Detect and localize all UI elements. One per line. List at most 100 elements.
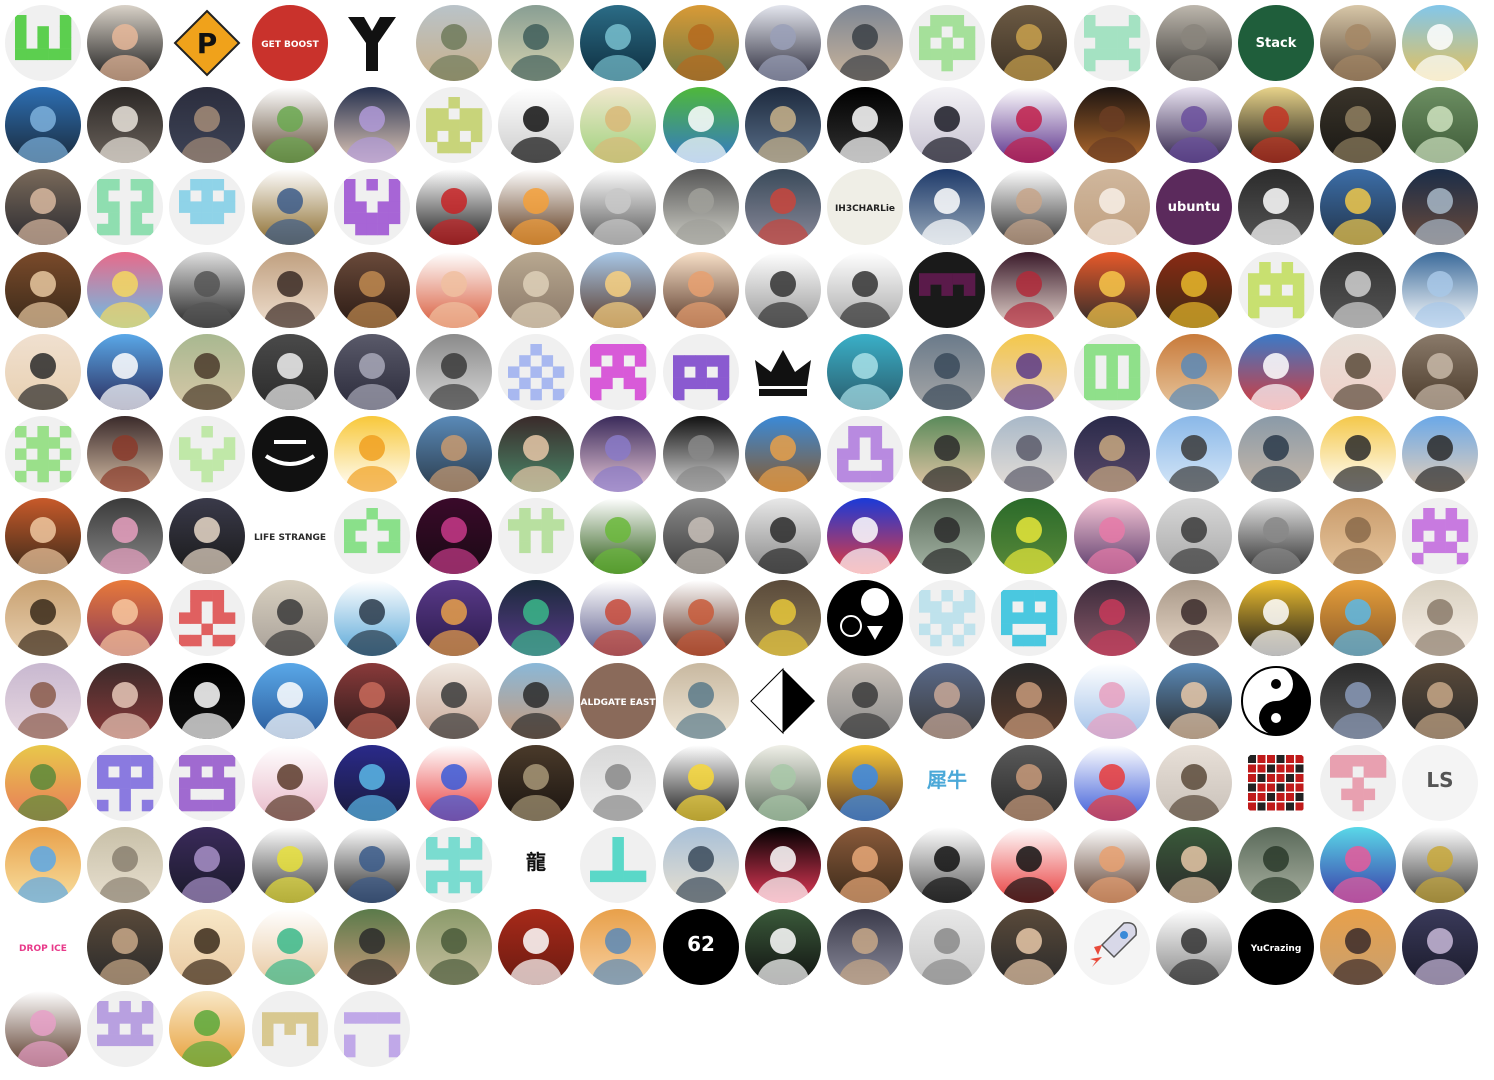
contributor-avatar[interactable] <box>498 251 575 328</box>
contributor-avatar[interactable] <box>827 498 903 575</box>
contributor-avatar[interactable] <box>1073 580 1150 657</box>
contributor-avatar[interactable] <box>5 169 81 246</box>
contributor-avatar[interactable] <box>251 580 328 657</box>
contributor-avatar[interactable] <box>1238 251 1314 328</box>
contributor-avatar[interactable] <box>1320 580 1397 657</box>
contributor-avatar[interactable] <box>909 87 986 164</box>
contributor-avatar[interactable] <box>5 498 81 575</box>
contributor-avatar[interactable] <box>1320 333 1397 410</box>
contributor-avatar[interactable] <box>5 744 81 821</box>
contributor-avatar[interactable] <box>827 827 903 903</box>
contributor-avatar[interactable] <box>87 87 164 164</box>
contributor-avatar[interactable] <box>1155 333 1232 410</box>
contributor-avatar[interactable] <box>498 580 575 657</box>
contributor-avatar[interactable] <box>991 827 1068 903</box>
contributor-avatar[interactable] <box>1402 909 1479 986</box>
contributor-avatar[interactable] <box>1238 498 1314 575</box>
contributor-avatar[interactable] <box>744 580 821 657</box>
contributor-avatar[interactable] <box>333 498 410 575</box>
contributor-avatar[interactable] <box>827 333 903 410</box>
contributor-avatar[interactable] <box>827 5 903 81</box>
contributor-avatar[interactable] <box>169 251 246 328</box>
contributor-avatar[interactable] <box>991 416 1068 492</box>
contributor-avatar[interactable] <box>1155 580 1232 657</box>
contributor-avatar[interactable] <box>744 827 821 903</box>
contributor-avatar[interactable] <box>909 909 986 986</box>
contributor-avatar[interactable] <box>1320 251 1397 328</box>
contributor-avatar[interactable] <box>498 169 575 246</box>
contributor-avatar[interactable] <box>87 251 164 328</box>
contributor-avatar[interactable] <box>333 827 410 903</box>
contributor-avatar[interactable] <box>827 87 903 164</box>
contributor-avatar[interactable] <box>744 169 821 246</box>
contributor-avatar[interactable] <box>580 87 657 164</box>
contributor-avatar[interactable] <box>1402 416 1479 492</box>
contributor-avatar[interactable] <box>251 744 328 821</box>
contributor-avatar[interactable] <box>827 251 903 328</box>
contributor-avatar[interactable] <box>416 744 492 821</box>
contributor-avatar[interactable] <box>909 169 986 246</box>
contributor-avatar[interactable] <box>1320 662 1397 739</box>
contributor-avatar[interactable] <box>416 580 492 657</box>
contributor-avatar[interactable] <box>333 251 410 328</box>
contributor-avatar[interactable]: P <box>169 5 246 81</box>
contributor-avatar[interactable] <box>333 909 410 986</box>
contributor-avatar[interactable] <box>1073 416 1150 492</box>
contributor-avatar[interactable] <box>662 169 739 246</box>
contributor-avatar[interactable] <box>416 909 492 986</box>
contributor-avatar[interactable] <box>909 5 986 81</box>
contributor-avatar[interactable] <box>991 87 1068 164</box>
contributor-avatar[interactable] <box>1402 580 1479 657</box>
contributor-avatar[interactable] <box>87 5 164 81</box>
contributor-avatar[interactable] <box>662 251 739 328</box>
contributor-avatar[interactable] <box>1320 5 1397 81</box>
contributor-avatar[interactable] <box>87 580 164 657</box>
contributor-avatar[interactable] <box>333 744 410 821</box>
contributor-avatar[interactable] <box>498 744 575 821</box>
contributor-avatar[interactable] <box>169 909 246 986</box>
contributor-avatar[interactable] <box>1073 5 1150 81</box>
contributor-avatar[interactable] <box>744 5 821 81</box>
contributor-avatar[interactable]: ALDGATE EAST <box>580 662 657 739</box>
contributor-avatar[interactable] <box>744 662 821 739</box>
contributor-avatar[interactable] <box>827 580 903 657</box>
contributor-avatar[interactable] <box>1402 333 1479 410</box>
contributor-avatar[interactable] <box>169 416 246 492</box>
contributor-avatar[interactable] <box>251 662 328 739</box>
contributor-avatar[interactable] <box>580 5 657 81</box>
contributor-avatar[interactable]: Stack <box>1238 5 1314 81</box>
contributor-avatar[interactable] <box>580 333 657 410</box>
contributor-avatar[interactable] <box>909 333 986 410</box>
contributor-avatar[interactable] <box>1155 662 1232 739</box>
contributor-avatar[interactable] <box>1402 827 1479 903</box>
contributor-avatar[interactable] <box>251 169 328 246</box>
contributor-avatar[interactable]: 62 <box>662 909 739 986</box>
contributor-avatar[interactable] <box>87 991 164 1068</box>
contributor-avatar[interactable] <box>1402 169 1479 246</box>
contributor-avatar[interactable] <box>1155 87 1232 164</box>
contributor-avatar[interactable] <box>333 991 410 1068</box>
contributor-avatar[interactable] <box>1238 744 1314 821</box>
contributor-avatar[interactable]: YuCrazing <box>1238 909 1314 986</box>
contributor-avatar[interactable] <box>744 909 821 986</box>
contributor-avatar[interactable] <box>580 909 657 986</box>
contributor-avatar[interactable] <box>991 909 1068 986</box>
contributor-avatar[interactable] <box>87 333 164 410</box>
contributor-avatar[interactable] <box>498 498 575 575</box>
contributor-avatar[interactable] <box>5 991 81 1068</box>
contributor-avatar[interactable] <box>1155 416 1232 492</box>
contributor-avatar[interactable] <box>580 827 657 903</box>
contributor-avatar[interactable] <box>991 744 1068 821</box>
contributor-avatar[interactable] <box>991 498 1068 575</box>
contributor-avatar[interactable] <box>169 744 246 821</box>
contributor-avatar[interactable] <box>1320 744 1397 821</box>
contributor-avatar[interactable] <box>1073 744 1150 821</box>
contributor-avatar[interactable] <box>827 744 903 821</box>
contributor-avatar[interactable] <box>909 416 986 492</box>
contributor-avatar[interactable] <box>744 498 821 575</box>
contributor-avatar[interactable] <box>1155 498 1232 575</box>
contributor-avatar[interactable] <box>909 662 986 739</box>
contributor-avatar[interactable]: 犀牛 <box>909 744 986 821</box>
contributor-avatar[interactable] <box>5 251 81 328</box>
contributor-avatar[interactable] <box>991 169 1068 246</box>
